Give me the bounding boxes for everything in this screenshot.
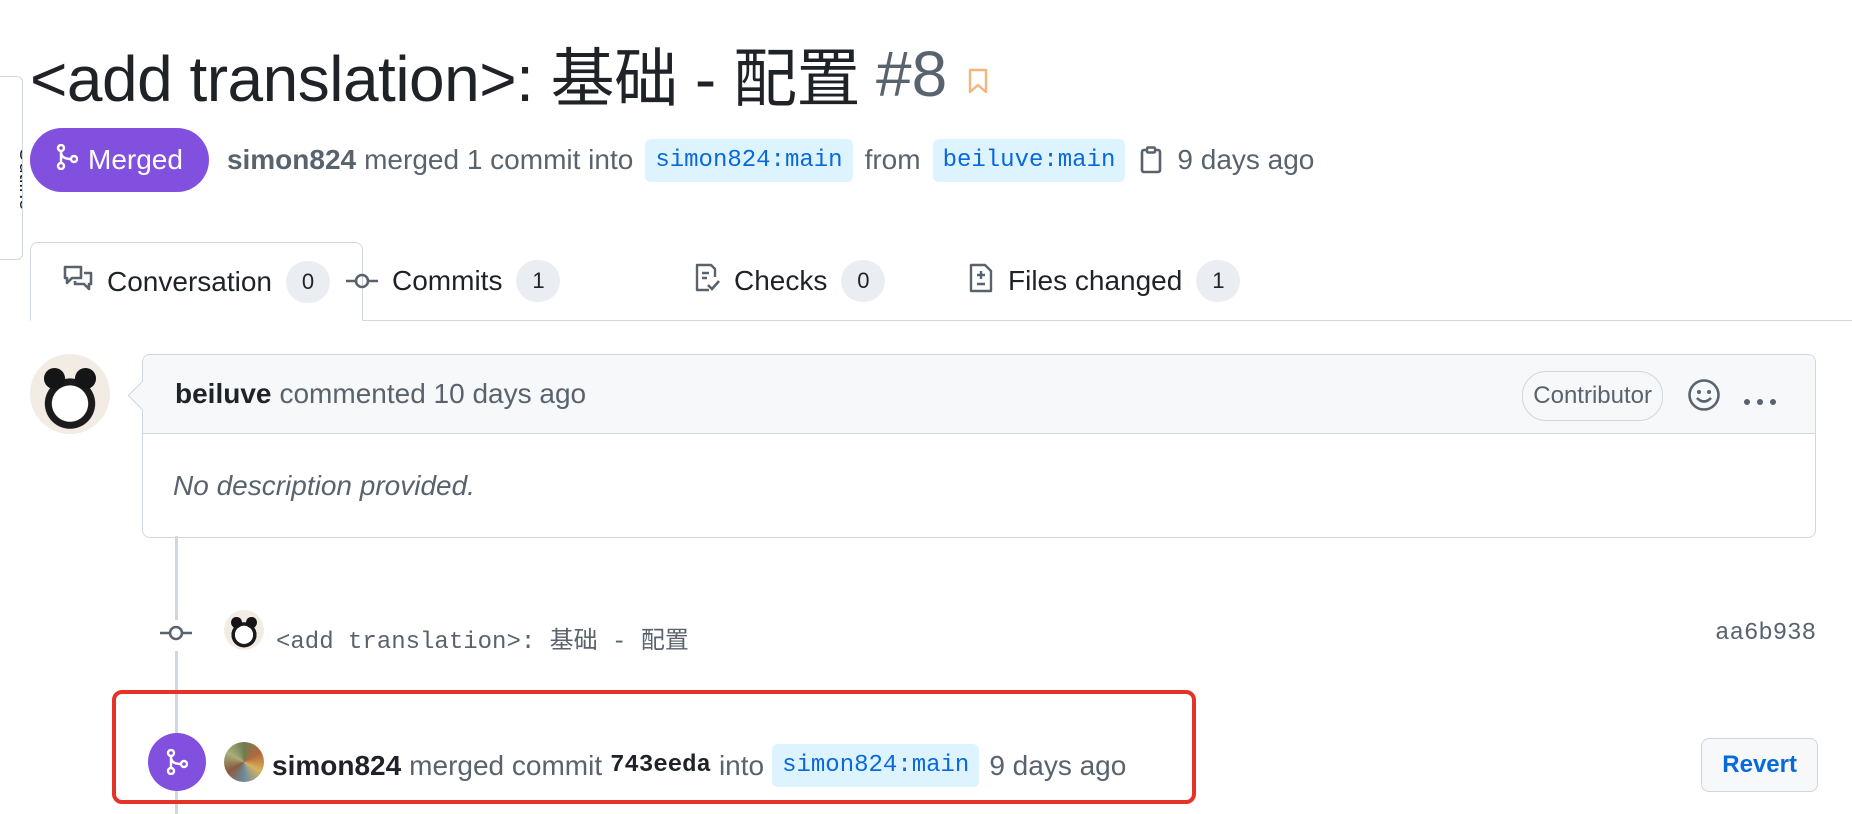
comment-action[interactable]: commented 10 days ago — [279, 378, 586, 410]
tab-conversation-label: Conversation — [107, 265, 272, 297]
tab-files-changed[interactable]: Files changed 1 — [968, 242, 1241, 320]
head-branch[interactable]: beiluve:main — [932, 138, 1126, 182]
state-label: Merged — [88, 144, 183, 175]
tab-checks[interactable]: Checks 0 — [694, 242, 886, 320]
tab-commits-label: Commits — [392, 265, 503, 296]
kebab-horizontal-icon[interactable] — [1743, 381, 1777, 413]
smiley-icon[interactable] — [1687, 378, 1721, 419]
tab-checks-count: 0 — [841, 260, 886, 302]
commit-sha[interactable]: aa6b938 — [1715, 620, 1816, 647]
git-commit-icon — [160, 620, 192, 651]
pr-meta-row: Merged simon824 merged 1 commit into sim… — [30, 128, 1314, 192]
outline-side-tab[interactable]: Outline — [0, 76, 23, 260]
base-branch[interactable]: simon824:main — [645, 138, 853, 182]
tab-checks-label: Checks — [734, 265, 828, 296]
git-commit-icon — [346, 265, 378, 297]
comment-box: beiluve commented 10 days ago Contributo… — [127, 354, 1816, 538]
avatar[interactable] — [30, 354, 110, 434]
tab-conversation[interactable]: Conversation 0 — [30, 242, 363, 321]
copy-icon[interactable] — [1139, 146, 1163, 174]
commit-message[interactable]: <add translation>: 基础 - 配置 — [276, 620, 689, 656]
merged-time: 9 days ago — [1177, 144, 1315, 175]
pr-tabs: Conversation 0 Commits 1 Checks 0 Files … — [30, 242, 1852, 321]
tab-conversation-count: 0 — [285, 260, 330, 303]
pr-title-row: <add translation>: 基础 - 配置 #8 — [30, 36, 989, 115]
revert-button[interactable]: Revert — [1701, 738, 1818, 792]
merged-state-badge: Merged — [30, 128, 209, 192]
pr-number: #8 — [876, 38, 948, 110]
from-text: from — [864, 144, 921, 175]
highlight-box — [112, 690, 1196, 804]
checklist-icon — [694, 263, 720, 300]
side-tab-label: Outline — [15, 146, 23, 211]
comment-discussion-icon — [63, 264, 93, 299]
commit-row: <add translation>: 基础 - 配置 aa6b938 — [156, 608, 1816, 660]
bookmark-icon[interactable] — [967, 68, 989, 94]
merged-text: merged 1 commit into — [364, 144, 634, 175]
tab-files-changed-label: Files changed — [1008, 265, 1183, 296]
comment-author[interactable]: beiluve — [175, 378, 271, 410]
file-diff-icon — [968, 263, 994, 300]
merger-link[interactable]: simon824 — [227, 144, 356, 176]
avatar[interactable] — [224, 610, 264, 650]
comment-body: No description provided. — [173, 470, 475, 501]
tab-files-changed-count: 1 — [1196, 260, 1241, 302]
tab-commits[interactable]: Commits 1 — [346, 242, 561, 320]
git-merge-icon — [56, 143, 79, 177]
contributor-badge: Contributor — [1522, 371, 1663, 421]
page-title: <add translation>: 基础 - 配置 — [30, 43, 861, 115]
tab-commits-count: 1 — [516, 260, 561, 302]
comment-header: beiluve commented 10 days ago Contributo… — [143, 355, 1815, 434]
